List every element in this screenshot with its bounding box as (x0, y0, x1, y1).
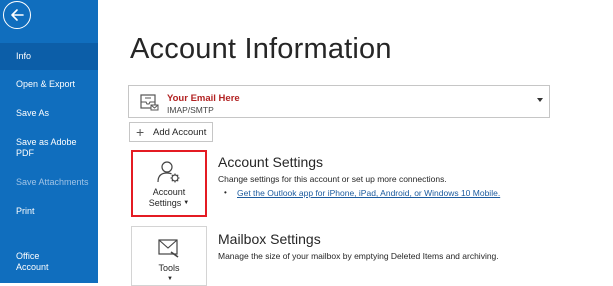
plus-icon: + (136, 124, 145, 140)
add-account-button[interactable]: + Add Account (129, 122, 213, 142)
mailbox-icon (140, 94, 159, 111)
page-title: Account Information (130, 33, 392, 65)
chevron-down-icon[interactable] (537, 98, 543, 102)
sidebar-item-save-as[interactable]: Save As (0, 108, 98, 119)
account-email: Your Email Here (167, 93, 240, 104)
account-settings-description: Change settings for this account or set … (218, 174, 447, 184)
account-settings-button-label-2: Settings ▼ (148, 198, 190, 208)
bullet-icon: • (224, 188, 227, 197)
sidebar-item-open-export[interactable]: Open & Export (0, 79, 98, 90)
sidebar-item-save-attachments: Save Attachments (16, 177, 89, 187)
back-button[interactable] (3, 1, 31, 29)
account-selector[interactable]: Your Email Here IMAP/SMTP (128, 85, 550, 118)
account-type: IMAP/SMTP (167, 105, 214, 115)
tools-button[interactable]: Tools ▼ (131, 226, 207, 286)
sidebar-item-save-as-adobe-pdf[interactable]: Save as Adobe PDF (0, 137, 80, 159)
arrow-left-icon (11, 9, 24, 21)
sidebar-item-info[interactable]: Info (0, 43, 98, 70)
mailbox-settings-description: Manage the size of your mailbox by empty… (218, 251, 499, 261)
account-settings-title: Account Settings (218, 154, 324, 170)
account-settings-button[interactable]: Account Settings ▼ (131, 150, 207, 217)
sidebar-item-office-account[interactable]: Office Account (0, 251, 64, 273)
user-gear-icon (157, 161, 180, 183)
sidebar-item-print[interactable]: Print (0, 206, 98, 217)
mailbox-tools-icon (158, 239, 179, 258)
account-settings-button-label-1: Account (152, 187, 186, 197)
caret-down-icon: ▼ (167, 276, 173, 283)
backstage-sidebar: Info Open & Export Save As Save as Adobe… (0, 0, 98, 283)
add-account-label: Add Account (153, 127, 207, 138)
mailbox-settings-title: Mailbox Settings (218, 231, 321, 247)
tools-button-label: Tools (158, 263, 180, 273)
outlook-app-link[interactable]: Get the Outlook app for iPhone, iPad, An… (237, 188, 500, 198)
caret-down-icon: ▼ (183, 200, 190, 207)
